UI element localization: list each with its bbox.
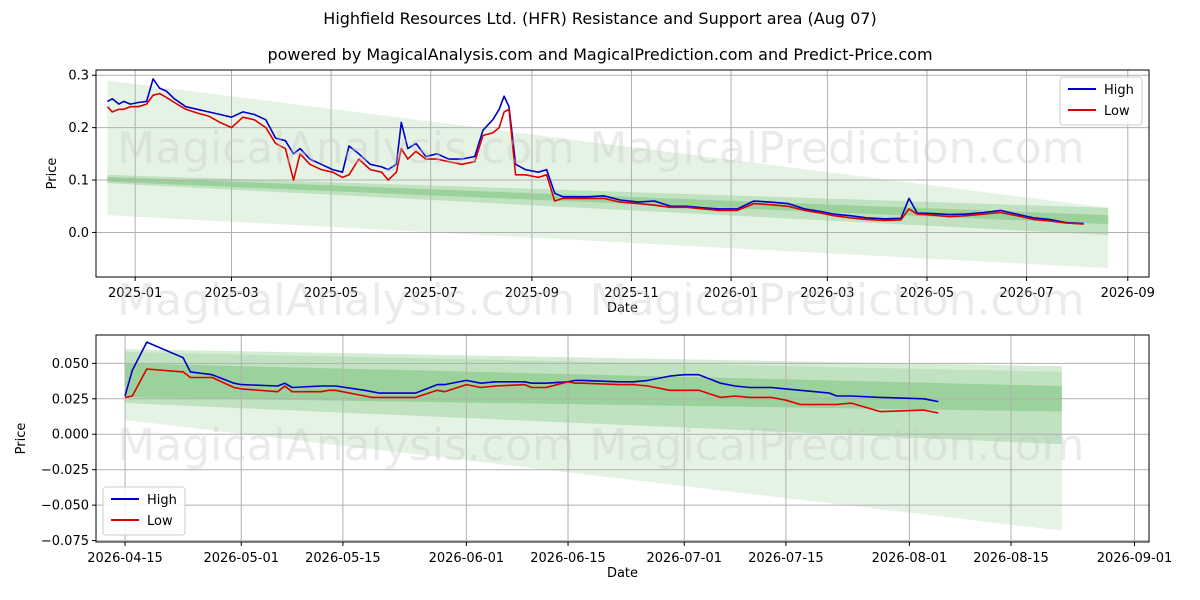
x-tick-label: 2026-07-15	[748, 551, 824, 566]
watermark-text: MagicalPrediction.com	[590, 275, 1085, 326]
chart-canvas: 2025-01 2025-03 2025-05 2025-07 2025-09 2025-…	[14, 69, 1173, 581]
x-tick-label: 2026-06-15	[530, 551, 606, 566]
y-axis-label: Price	[14, 423, 29, 455]
x-tick-label: 2026-07-01	[646, 551, 722, 566]
x-tick-label: 2026-05-15	[305, 551, 381, 566]
y-tick-label: −0.025	[41, 463, 89, 478]
watermark-text: MagicalAnalysis.com	[117, 123, 575, 174]
y-tick-label: −0.075	[41, 534, 89, 549]
y-tick-label: 0.025	[52, 392, 89, 407]
top-chart: 2025-01 2025-03 2025-05 2025-07 2025-09 2025-…	[45, 69, 1155, 326]
legend-label-high: High	[1104, 83, 1134, 98]
legend-label-high: High	[147, 493, 177, 508]
y-tick-label: 0.000	[52, 428, 89, 443]
watermark-text: MagicalPrediction.com	[590, 123, 1085, 174]
bottom-chart: 2026-04-15 2026-05-01 2026-05-15 2026-06-01…	[14, 334, 1173, 581]
x-tick-label: 2026-05-01	[203, 551, 279, 566]
x-tick-label: 2026-06-01	[429, 551, 505, 566]
x-tick-label: 2026-08-15	[973, 551, 1049, 566]
y-tick-label: 0.1	[68, 174, 89, 189]
x-axis-label: Date	[607, 566, 638, 581]
watermark-text: MagicalAnalysis.com	[117, 420, 575, 471]
prediction-band	[107, 80, 1109, 269]
legend: High Low	[102, 486, 186, 536]
watermark-text: MagicalPrediction.com	[590, 420, 1085, 471]
y-tick-label: 0.050	[52, 357, 89, 372]
legend: High Low	[1059, 76, 1143, 126]
y-tick-label: −0.050	[41, 499, 89, 514]
legend-label-low: Low	[1104, 104, 1130, 119]
x-tick-label: 2026-08-01	[872, 551, 948, 566]
legend-label-low: Low	[147, 514, 173, 529]
y-tick-label: 0.2	[68, 121, 89, 136]
x-tick-label: 2026-04-15	[87, 551, 163, 566]
watermark-text: MagicalAnalysis.com	[117, 275, 575, 326]
y-tick-label: 0.0	[68, 226, 89, 241]
x-tick-label: 2026-09	[1101, 286, 1155, 301]
y-tick-label: 0.3	[68, 69, 89, 84]
y-axis-label: Price	[45, 158, 60, 190]
x-tick-label: 2026-09-01	[1097, 551, 1173, 566]
